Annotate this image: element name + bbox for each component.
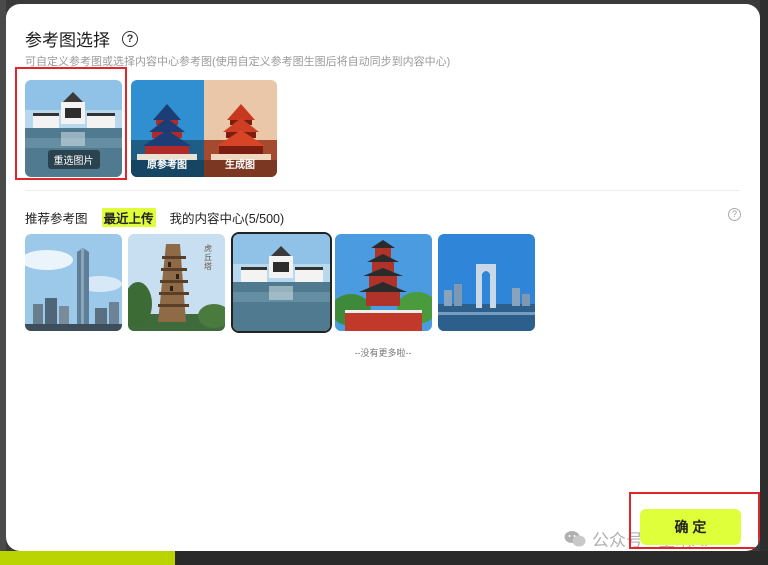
- gallery-item-red-pagoda[interactable]: [335, 234, 432, 331]
- gate-building-image: [438, 234, 535, 331]
- backdrop-right: [760, 0, 768, 565]
- source-tabs: 推荐参考图 最近上传 我的内容中心(5/500): [25, 208, 298, 227]
- no-more-text: --没有更多啦--: [354, 348, 412, 358]
- wechat-icon: [564, 530, 586, 546]
- section-divider: [25, 190, 740, 191]
- red-pagoda-image: [335, 234, 432, 331]
- tab-my-content-center[interactable]: 我的内容中心(5/500): [170, 208, 285, 227]
- gallery-item-skyscraper[interactable]: [25, 234, 122, 331]
- original-reference-label: 原参考图: [147, 160, 187, 171]
- tab-recommended[interactable]: 推荐参考图: [25, 208, 88, 227]
- highlight-box-confirm: [629, 492, 760, 549]
- comparison-thumbnail[interactable]: 原参考图 生成图: [131, 80, 277, 177]
- title-row: 参考图选择 ?: [25, 26, 138, 51]
- generated-image-label: 生成图: [225, 160, 255, 171]
- info-icon[interactable]: ?: [728, 208, 741, 221]
- dialog-title: 参考图选择: [25, 31, 110, 50]
- gallery-item-museum[interactable]: [233, 234, 330, 331]
- skyscraper-image: [25, 234, 122, 331]
- tab-recent-uploads[interactable]: 最近上传: [101, 208, 156, 227]
- gallery-item-leaning-pagoda[interactable]: 虎丘塔: [128, 234, 225, 331]
- reference-image-dialog: 参考图选择 ? 可自定义参考图或选择内容中心参考图(使用自定义参考图生图后将自动…: [6, 4, 760, 551]
- backdrop-bottom: [0, 551, 768, 565]
- museum-image: [233, 234, 330, 331]
- gallery-item-gate-building[interactable]: [438, 234, 535, 331]
- help-icon[interactable]: ?: [122, 30, 138, 47]
- calligraphy-caption: 虎丘塔: [204, 244, 212, 271]
- highlight-box-reference: [15, 67, 127, 180]
